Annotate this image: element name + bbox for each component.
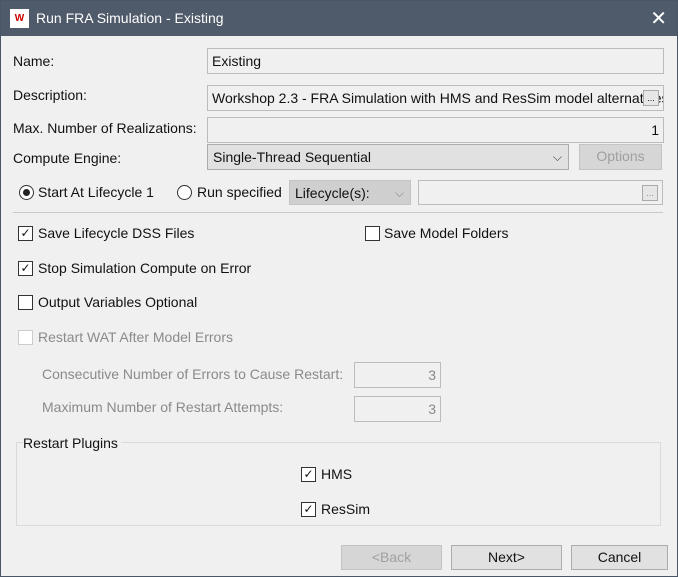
wat-app-icon: W [10, 9, 29, 28]
start-lifecycle-label: Start At Lifecycle 1 [38, 184, 154, 200]
engine-value: Single-Thread Sequential [213, 149, 371, 165]
stop-on-error-label: Stop Simulation Compute on Error [38, 260, 252, 276]
save-dss-checkbox[interactable]: ✓ [18, 226, 33, 241]
consecutive-errors-label: Consecutive Number of Errors to Cause Re… [42, 366, 344, 382]
consecutive-errors-input[interactable]: 3 [354, 362, 441, 388]
next-button[interactable]: Next> [451, 545, 562, 570]
max-restart-label: Maximum Number of Restart Attempts: [42, 399, 284, 415]
output-vars-optional-checkbox[interactable] [18, 295, 33, 310]
save-dss-label: Save Lifecycle DSS Files [38, 225, 195, 241]
chevron-down-icon: ⌵ [552, 150, 562, 164]
ressim-label: ResSim [321, 501, 371, 517]
ressim-checkbox[interactable]: ✓ [301, 502, 316, 517]
close-icon[interactable]: ✕ [650, 6, 667, 31]
lifecycle-select-value: Lifecycle(s): [295, 185, 370, 201]
start-lifecycle-radio[interactable] [19, 185, 34, 200]
options-button[interactable]: Options [579, 144, 662, 170]
hms-checkbox[interactable]: ✓ [301, 467, 316, 482]
restart-wat-label: Restart WAT After Model Errors [38, 329, 234, 345]
hms-label: HMS [321, 466, 353, 482]
run-specified-label: Run specified [197, 184, 282, 200]
realizations-label: Max. Number of Realizations: [13, 120, 197, 136]
title-bar: W Run FRA Simulation - Existing ✕ [1, 1, 677, 36]
lifecycle-browse-button[interactable]: ... [642, 185, 658, 201]
engine-select[interactable]: Single-Thread Sequential ⌵ [207, 144, 569, 170]
stop-on-error-checkbox[interactable]: ✓ [18, 261, 33, 276]
name-input[interactable]: Existing [207, 48, 664, 74]
cancel-button[interactable]: Cancel [571, 545, 668, 570]
engine-label: Compute Engine: [13, 150, 122, 166]
realizations-input[interactable]: 1 [207, 117, 664, 143]
restart-wat-checkbox[interactable] [18, 330, 33, 345]
description-edit-button[interactable]: ... [643, 90, 659, 106]
description-input[interactable]: Workshop 2.3 - FRA Simulation with HMS a… [207, 85, 664, 111]
save-model-folders-label: Save Model Folders [384, 225, 509, 241]
separator [13, 212, 663, 213]
save-model-folders-checkbox[interactable] [365, 226, 380, 241]
lifecycle-input[interactable] [418, 180, 663, 205]
run-fra-simulation-dialog: W Run FRA Simulation - Existing ✕ Name: … [0, 0, 678, 577]
chevron-down-icon: ⌵ [394, 186, 404, 200]
back-button[interactable]: <Back [341, 545, 442, 570]
run-specified-radio[interactable] [177, 185, 192, 200]
output-vars-optional-label: Output Variables Optional [38, 294, 198, 310]
lifecycle-select[interactable]: Lifecycle(s): ⌵ [289, 180, 411, 205]
window-title: Run FRA Simulation - Existing [36, 10, 224, 26]
max-restart-input[interactable]: 3 [354, 396, 441, 422]
name-label: Name: [13, 53, 55, 69]
description-label: Description: [13, 87, 87, 103]
restart-plugins-title: Restart Plugins [23, 435, 121, 451]
